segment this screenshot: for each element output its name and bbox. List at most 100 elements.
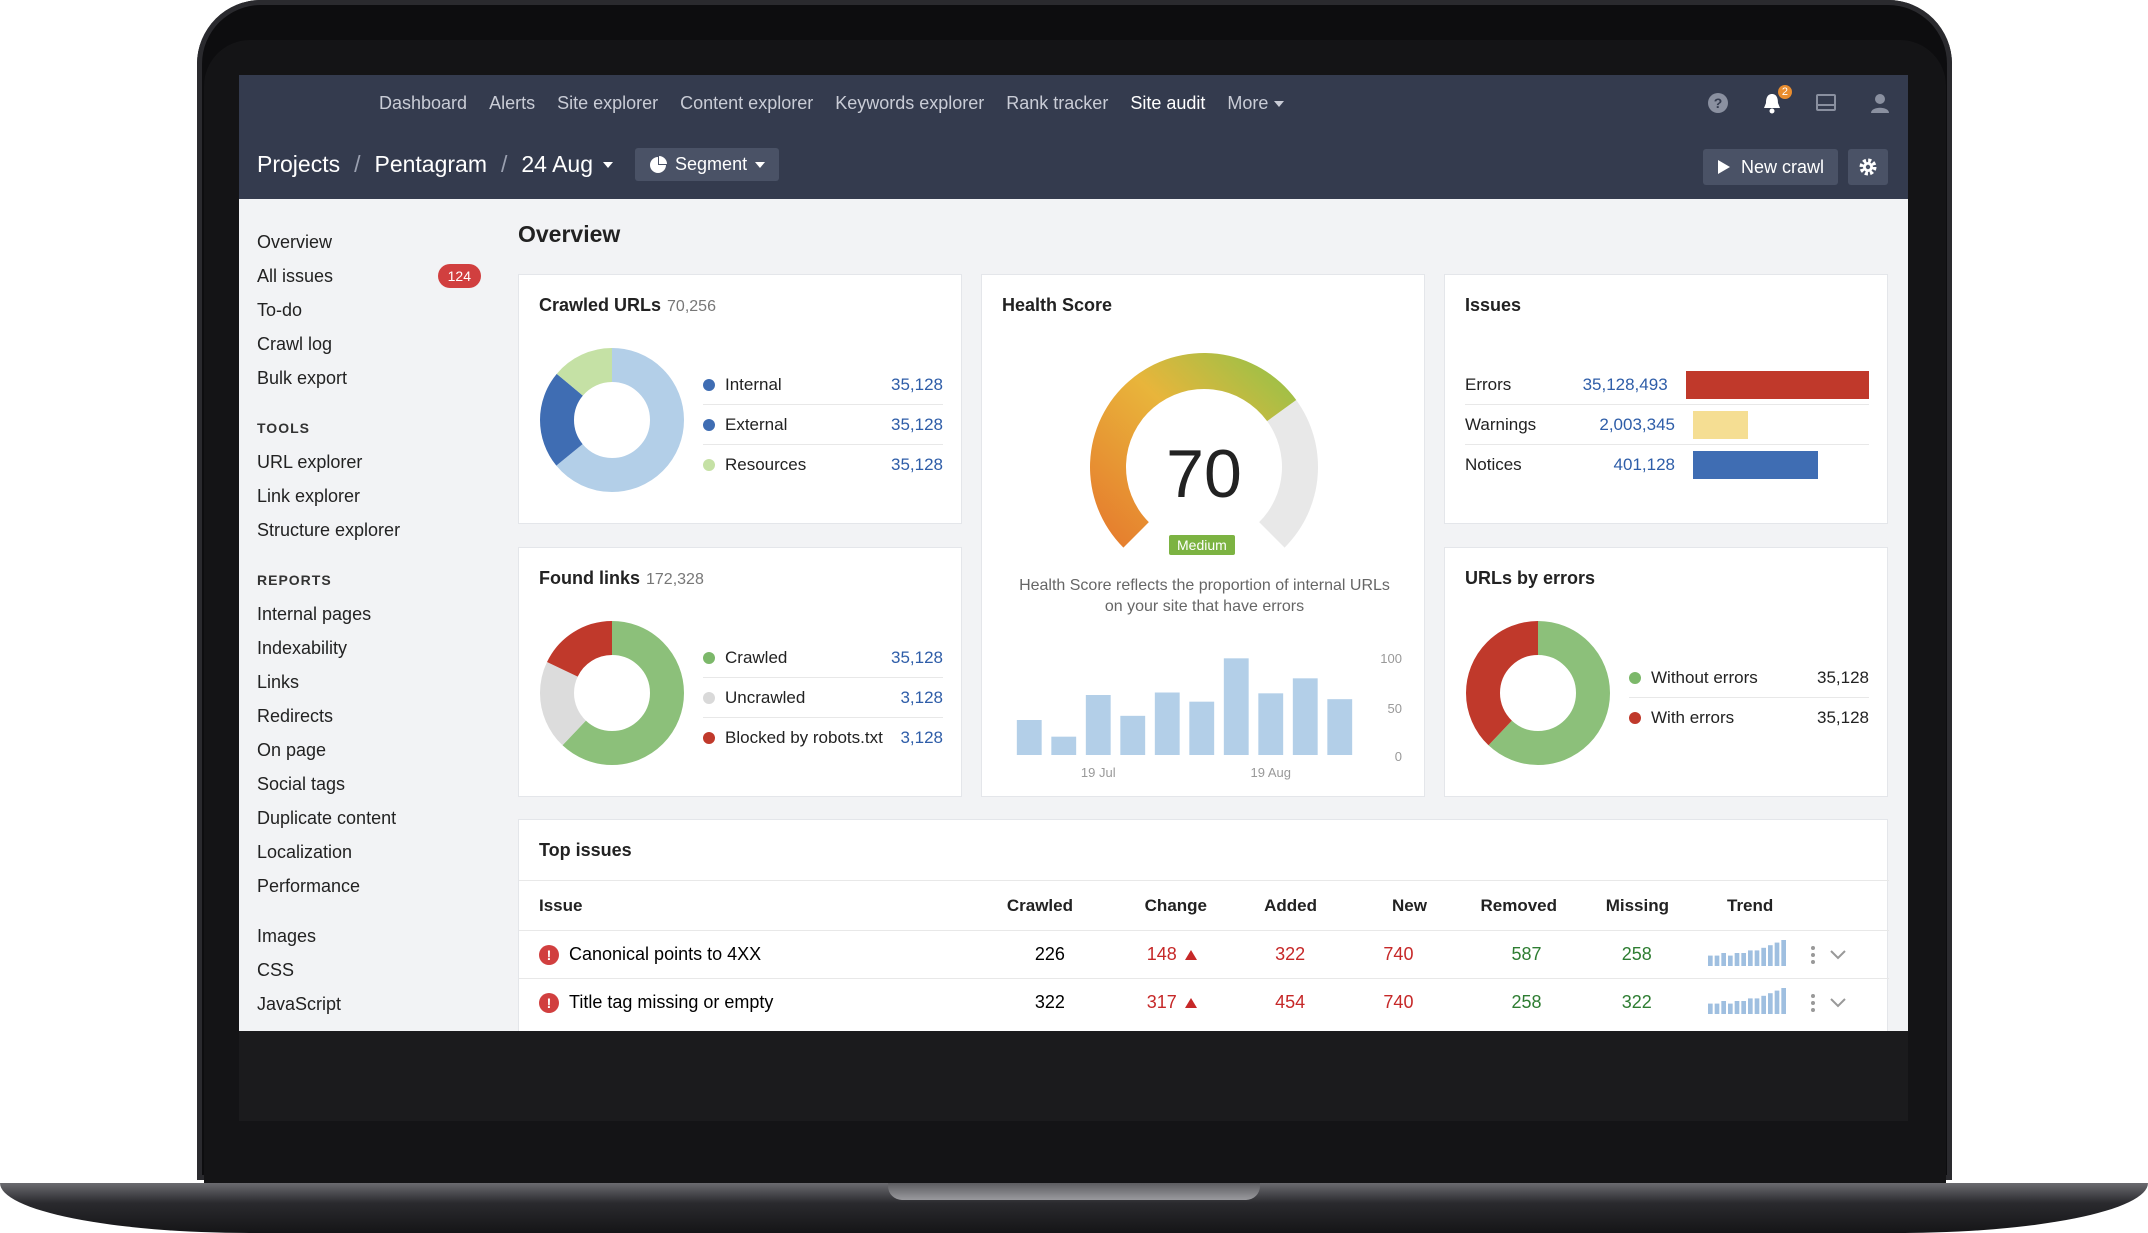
sidebar-item-structure-explorer[interactable]: Structure explorer	[257, 513, 501, 547]
message-icon[interactable]	[1814, 91, 1838, 115]
legend-item[interactable]: Crawled 35,128	[703, 638, 943, 678]
added-cell[interactable]: 322	[1197, 944, 1305, 965]
more-vertical-icon[interactable]	[1810, 993, 1816, 1013]
added-cell[interactable]: 454	[1197, 992, 1305, 1013]
legend-value[interactable]: 35,128	[891, 415, 943, 435]
sidebar-item-duplicate-content[interactable]: Duplicate content	[257, 801, 501, 835]
settings-button[interactable]	[1848, 149, 1888, 185]
nav-more[interactable]: More	[1227, 93, 1285, 114]
sidebar-item-overview[interactable]: Overview	[257, 225, 501, 259]
sidebar-item-internal-pages[interactable]: Internal pages	[257, 597, 501, 631]
new-crawl-label: New crawl	[1740, 156, 1824, 177]
nav-site-explorer[interactable]: Site explorer	[557, 93, 658, 114]
legend-item[interactable]: Uncrawled 3,128	[703, 678, 943, 718]
sidebar-item-crawl-log[interactable]: Crawl log	[257, 327, 501, 361]
issues-value[interactable]: 35,128,493	[1562, 375, 1668, 395]
health-bar[interactable]	[1189, 701, 1215, 755]
health-bar[interactable]	[1292, 678, 1318, 755]
nav-alerts[interactable]: Alerts	[489, 93, 535, 114]
column-header-issue[interactable]: Issue	[519, 896, 939, 916]
chevron-down-icon[interactable]	[1830, 997, 1846, 1008]
nav-site-audit[interactable]: Site audit	[1130, 93, 1205, 114]
legend-item[interactable]: Resources 35,128	[703, 445, 943, 485]
legend-item[interactable]: With errors 35,128	[1629, 698, 1869, 738]
legend-item[interactable]: Internal 35,128	[703, 365, 943, 405]
sidebar-item-links[interactable]: Links	[257, 665, 501, 699]
breadcrumb-projects[interactable]: Projects	[257, 151, 340, 178]
column-header-new[interactable]: New	[1317, 896, 1427, 916]
new-cell[interactable]: 740	[1305, 944, 1413, 965]
sidebar-item-css[interactable]: CSS	[257, 953, 501, 987]
sidebar-item-performance[interactable]: Performance	[257, 869, 501, 903]
sidebar-item-on-page[interactable]: On page	[257, 733, 501, 767]
issue-name[interactable]: Title tag missing or empty	[569, 992, 773, 1013]
legend-item[interactable]: Without errors 35,128	[1629, 658, 1869, 698]
sidebar-item-images[interactable]: Images	[257, 919, 501, 953]
issues-row-warnings[interactable]: Warnings 2,003,345	[1465, 405, 1869, 445]
issues-row-errors[interactable]: Errors 35,128,493	[1465, 365, 1869, 405]
new-cell[interactable]: 740	[1305, 992, 1413, 1013]
issues-value[interactable]: 2,003,345	[1565, 415, 1675, 435]
sidebar-item-label: CSS	[257, 960, 295, 980]
sidebar-item-link-explorer[interactable]: Link explorer	[257, 479, 501, 513]
column-header-change[interactable]: Change	[1073, 896, 1207, 916]
more-vertical-icon[interactable]	[1810, 945, 1816, 965]
bell-icon[interactable]: 2	[1760, 85, 1792, 115]
health-bar[interactable]	[1085, 695, 1111, 755]
legend-value[interactable]: 35,128	[1817, 668, 1869, 688]
column-header-added[interactable]: Added	[1207, 896, 1317, 916]
legend-value[interactable]: 35,128	[1817, 708, 1869, 728]
column-header-crawled[interactable]: Crawled	[939, 896, 1073, 916]
table-row[interactable]: ! Title tag missing or empty 322 317 454 …	[519, 978, 1889, 1026]
sidebar-item-javascript[interactable]: JavaScript	[257, 987, 501, 1021]
sparkline-bar	[1727, 1003, 1733, 1014]
removed-cell[interactable]: 587	[1413, 944, 1541, 965]
nav-content-explorer[interactable]: Content explorer	[680, 93, 813, 114]
sidebar-item-social-tags[interactable]: Social tags	[257, 767, 501, 801]
segment-button[interactable]: Segment	[635, 148, 780, 181]
sidebar-item-bulk-export[interactable]: Bulk export	[257, 361, 501, 395]
sidebar-item-url-explorer[interactable]: URL explorer	[257, 445, 501, 479]
column-header-removed[interactable]: Removed	[1427, 896, 1557, 916]
health-bar[interactable]	[1154, 692, 1180, 756]
health-bar[interactable]	[1223, 658, 1249, 755]
sidebar-item-redirects[interactable]: Redirects	[257, 699, 501, 733]
legend-value[interactable]: 35,128	[891, 648, 943, 668]
legend-item[interactable]: Blocked by robots.txt 3,128	[703, 718, 943, 758]
missing-cell[interactable]: 322	[1541, 992, 1652, 1013]
issues-value[interactable]: 401,128	[1565, 455, 1675, 475]
user-icon[interactable]	[1868, 91, 1892, 115]
legend-item[interactable]: External 35,128	[703, 405, 943, 445]
sidebar-item-localization[interactable]: Localization	[257, 835, 501, 869]
sidebar-item-all-issues[interactable]: All issues 124	[257, 259, 501, 293]
health-bar[interactable]	[1327, 699, 1353, 755]
column-header-missing[interactable]: Missing	[1557, 896, 1669, 916]
breadcrumb-separator: /	[501, 151, 508, 177]
missing-cell[interactable]: 258	[1541, 944, 1652, 965]
legend-value[interactable]: 3,128	[900, 688, 943, 708]
breadcrumb-crawl-date[interactable]: 24 Aug	[521, 151, 614, 178]
sidebar-item-to-do[interactable]: To-do	[257, 293, 501, 327]
trend-sparkline	[1707, 988, 1786, 1014]
new-crawl-button[interactable]: New crawl	[1702, 149, 1838, 185]
removed-cell[interactable]: 258	[1413, 992, 1541, 1013]
issue-cell[interactable]: ! Title tag missing or empty	[519, 992, 933, 1013]
health-bar[interactable]	[1016, 720, 1042, 755]
legend-value[interactable]: 35,128	[891, 455, 943, 475]
issue-name[interactable]: Canonical points to 4XX	[569, 944, 761, 965]
health-bar[interactable]	[1258, 693, 1284, 755]
legend-value[interactable]: 35,128	[891, 375, 943, 395]
nav-rank-tracker[interactable]: Rank tracker	[1006, 93, 1108, 114]
health-bar[interactable]	[1120, 715, 1146, 755]
sidebar-item-indexability[interactable]: Indexability	[257, 631, 501, 665]
nav-dashboard[interactable]: Dashboard	[379, 93, 467, 114]
legend-value[interactable]: 3,128	[900, 728, 943, 748]
nav-keywords-explorer[interactable]: Keywords explorer	[835, 93, 984, 114]
help-icon[interactable]: ?	[1706, 91, 1730, 115]
issues-row-notices[interactable]: Notices 401,128	[1465, 445, 1869, 485]
chevron-down-icon[interactable]	[1830, 949, 1846, 960]
table-row[interactable]: ! Canonical points to 4XX 226 148 322 740…	[519, 930, 1889, 978]
issue-cell[interactable]: ! Canonical points to 4XX	[519, 944, 933, 965]
breadcrumb-project[interactable]: Pentagram	[374, 151, 487, 178]
health-bar[interactable]	[1051, 736, 1077, 755]
